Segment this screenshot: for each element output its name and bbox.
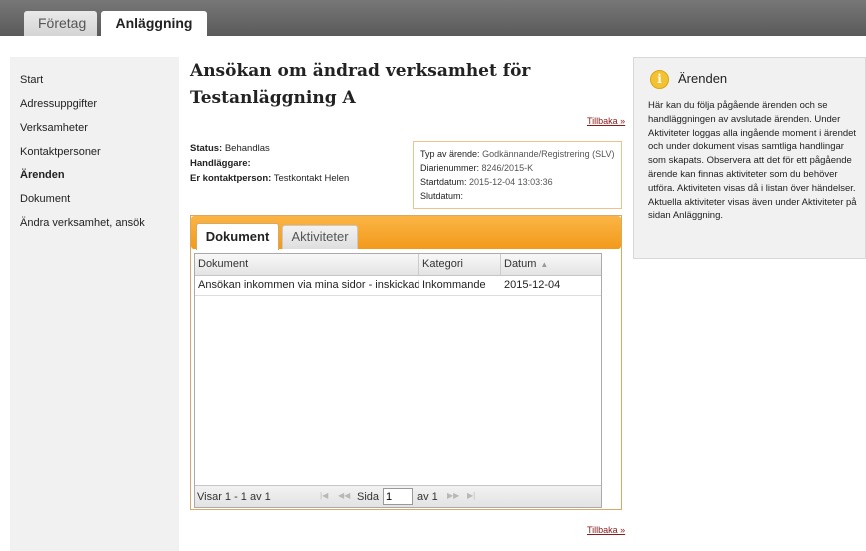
documents-panel: Dokument Aktiviteter Dokument Kategori D… (190, 215, 622, 510)
sidebar: Start Adressuppgifter Verksamheter Konta… (10, 57, 179, 551)
case-type-value: Godkännande/Registrering (SLV) (482, 149, 615, 159)
cell-date: 2015-12-04 (504, 279, 561, 291)
info-title: Ärenden (678, 71, 728, 86)
grid-pager: Visar 1 - 1 av 1 |◀ ◀◀ Sida av 1 ▶▶ ▶| (195, 485, 601, 507)
tab-anlaggning[interactable]: Anläggning (101, 11, 207, 37)
page-title: Ansökan om ändrad verksamhet för Testanl… (190, 58, 610, 112)
back-link-bottom[interactable]: Tillbaka » (587, 525, 625, 535)
panel-tab-bar: Dokument Aktiviteter (191, 216, 621, 250)
info-icon: i (650, 70, 669, 89)
sidebar-item-andra-verksamhet[interactable]: Ändra verksamhet, ansök (20, 217, 145, 229)
contact-value: Testkontakt Helen (273, 173, 350, 184)
table-row[interactable]: Ansökan inkommen via mina sidor - inskic… (195, 276, 601, 296)
status-value: Behandlas (224, 143, 270, 154)
info-box: i Ärenden Här kan du följa pågående ären… (633, 57, 866, 259)
last-page-icon[interactable]: ▶| (467, 491, 475, 500)
column-header-dokument[interactable]: Dokument (195, 254, 419, 275)
diary-label: Diarienummer: (420, 163, 480, 173)
info-text: Här kan du följa pågående ärenden och se… (648, 100, 857, 222)
page-label: Sida (357, 491, 380, 503)
end-date-label: Slutdatum: (420, 191, 464, 201)
start-date-value: 2015-12-04 13:03:36 (469, 177, 553, 187)
page-number-input[interactable] (383, 488, 413, 505)
column-header-kategori-label: Kategori (422, 258, 463, 270)
column-header-datum[interactable]: Datum ▲ (501, 254, 601, 275)
sidebar-item-start[interactable]: Start (20, 74, 43, 86)
cell-document[interactable]: Ansökan inkommen via mina sidor - inskic… (195, 276, 419, 295)
sidebar-item-verksamheter[interactable]: Verksamheter (20, 122, 88, 134)
tab-aktiviteter[interactable]: Aktiviteter (282, 225, 358, 249)
sort-arrow-icon[interactable]: ▲ (540, 254, 548, 275)
column-header-kategori[interactable]: Kategori (419, 254, 501, 275)
sidebar-item-arenden[interactable]: Ärenden (20, 169, 65, 181)
page-title-line1: Ansökan om ändrad verksamhet för (190, 61, 531, 81)
prev-page-icon[interactable]: ◀◀ (338, 491, 350, 500)
back-link-top[interactable]: Tillbaka » (587, 116, 625, 126)
sidebar-item-adressuppgifter[interactable]: Adressuppgifter (20, 98, 97, 110)
sidebar-item-kontaktpersoner[interactable]: Kontaktpersoner (20, 146, 101, 158)
case-type-label: Typ av ärende: (420, 149, 480, 159)
status-block: Status: Behandlas Handläggare: Er kontak… (190, 141, 349, 186)
records-count: Visar 1 - 1 av 1 (197, 491, 271, 503)
first-page-icon[interactable]: |◀ (320, 491, 328, 500)
tab-dokument[interactable]: Dokument (196, 223, 279, 250)
cell-category: Inkommande (422, 279, 486, 291)
start-date-label: Startdatum: (420, 177, 467, 187)
column-header-datum-label: Datum (504, 258, 537, 270)
tab-foretag[interactable]: Företag (24, 11, 97, 36)
next-page-icon[interactable]: ▶▶ (447, 491, 459, 500)
page-title-line2: Testanläggning A (190, 88, 356, 108)
grid-header: Dokument Kategori Datum ▲ (195, 254, 601, 276)
status-label: Status: (190, 143, 223, 154)
top-navigation-bar: Företag Anläggning (0, 0, 866, 37)
page-of-label: av 1 (417, 491, 438, 503)
column-header-dokument-label: Dokument (198, 258, 249, 270)
documents-grid: Dokument Kategori Datum ▲ Ansökan inkomme… (194, 253, 602, 508)
diary-value: 8246/2015-K (481, 163, 534, 173)
case-info-box: Typ av ärende: Godkännande/Registrering … (413, 141, 622, 209)
sidebar-item-dokument[interactable]: Dokument (20, 193, 70, 205)
contact-label: Er kontaktperson: (190, 173, 272, 184)
handlaggare-label: Handläggare: (190, 158, 251, 169)
